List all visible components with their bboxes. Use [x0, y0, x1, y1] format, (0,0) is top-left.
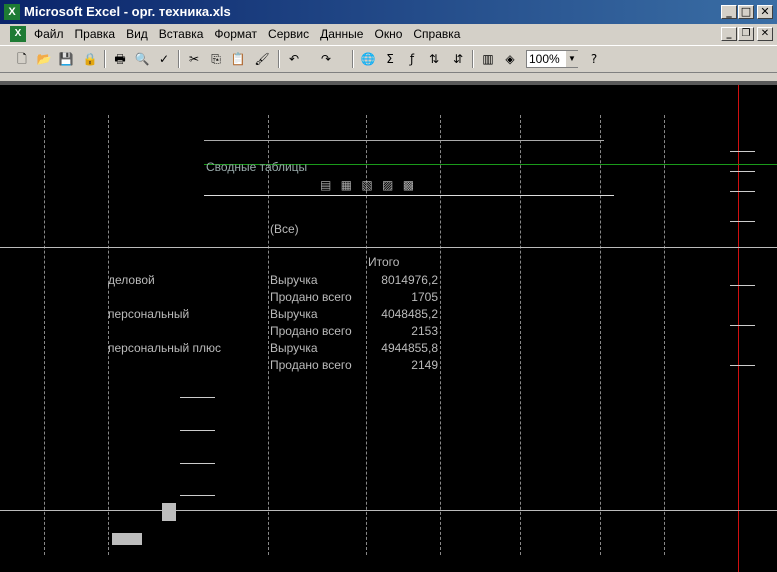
menu-help[interactable]: Справка: [413, 27, 460, 41]
selection-block: [162, 503, 176, 521]
cell-marker: [730, 171, 755, 172]
toolbar-separator: [278, 50, 280, 68]
pivot-measure: Продано всего: [270, 358, 352, 372]
print-preview-icon[interactable]: 🔍: [134, 51, 150, 67]
excel-icon[interactable]: X: [4, 4, 20, 20]
pivot-value: 2149: [411, 358, 438, 372]
cell-marker: [730, 191, 755, 192]
toolbar-separator: [472, 50, 474, 68]
cell-marker: [180, 397, 215, 398]
chart-wizard-icon[interactable]: ▥: [480, 51, 496, 67]
paste-icon[interactable]: 📋: [230, 51, 246, 67]
cell-marker: [730, 365, 755, 366]
menu-data[interactable]: Данные: [320, 27, 363, 41]
doc-restore-button[interactable]: ❐: [738, 27, 754, 41]
menu-bar: X Файл Правка Вид Вставка Формат Сервис …: [0, 24, 777, 45]
toolbar-separator: [352, 50, 354, 68]
spelling-icon[interactable]: ✓: [156, 51, 172, 67]
window-title: Microsoft Excel - орг. техника.xls: [24, 4, 231, 19]
pivot-measure: Выручка: [270, 273, 318, 287]
redo-icon[interactable]: ↷: [318, 51, 334, 67]
pivot-measure: Выручка: [270, 341, 318, 355]
pivot-measure: Продано всего: [270, 290, 352, 304]
row-divider: [0, 510, 777, 511]
cell-marker: [730, 285, 755, 286]
doc-minimize-button[interactable]: _: [721, 27, 737, 41]
sort-descending-icon[interactable]: ⇵: [450, 51, 466, 67]
function-icon[interactable]: ƒ: [404, 51, 420, 67]
sort-ascending-icon[interactable]: ⇅: [426, 51, 442, 67]
cell-marker: [730, 325, 755, 326]
page-field-value[interactable]: (Все): [270, 222, 299, 236]
menu-file[interactable]: Файл: [34, 27, 64, 41]
sheet-tab-scroll[interactable]: [112, 533, 142, 545]
title-bar: X Microsoft Excel - орг. техника.xls _ □…: [0, 0, 777, 24]
gridline: [520, 115, 522, 555]
menu-view[interactable]: Вид: [126, 27, 148, 41]
pivot-value: 2153: [411, 324, 438, 338]
toolbar-separator: [178, 50, 180, 68]
gridline: [600, 115, 602, 555]
pivot-toolbar-buttons[interactable]: ▤ ▦ ▧ ▨ ▩: [320, 178, 417, 192]
new-icon[interactable]: 🗋: [14, 51, 30, 67]
formatting-toolbar: [0, 73, 777, 81]
menu-items: Файл Правка Вид Вставка Формат Сервис Да…: [34, 27, 460, 41]
permission-icon[interactable]: 🔒: [82, 51, 98, 67]
pivot-category: персональный плюс: [108, 341, 221, 355]
workbook-icon[interactable]: X: [10, 26, 26, 42]
pivot-value: 4944855,8: [381, 341, 438, 355]
drawing-icon[interactable]: ◈: [502, 51, 518, 67]
row-divider: [0, 247, 777, 248]
cell-marker: [730, 221, 755, 222]
gridline: [44, 115, 46, 555]
menu-window[interactable]: Окно: [374, 27, 402, 41]
open-icon[interactable]: 📂: [36, 51, 52, 67]
standard-toolbar: 🗋 📂 💾 🔒 🖶 🔍 ✓ ✂ ⎘ 📋 🖌 ↶ ↷ 🌐 Σ ƒ ⇅ ⇵ ▥ ◈ …: [0, 45, 777, 73]
undo-icon[interactable]: ↶: [286, 51, 302, 67]
menu-format[interactable]: Формат: [214, 27, 257, 41]
copy-icon[interactable]: ⎘: [208, 51, 224, 67]
cut-icon[interactable]: ✂: [186, 51, 202, 67]
pivot-value: 1705: [411, 290, 438, 304]
format-painter-icon[interactable]: 🖌: [254, 51, 270, 67]
cell-marker: [180, 495, 215, 496]
save-icon[interactable]: 💾: [58, 51, 74, 67]
pivot-measure: Продано всего: [270, 324, 352, 338]
menu-insert[interactable]: Вставка: [159, 27, 204, 41]
cell-marker: [180, 463, 215, 464]
minimize-button[interactable]: _: [721, 5, 737, 19]
autosum-icon[interactable]: Σ: [382, 51, 398, 67]
pivot-measure: Выручка: [270, 307, 318, 321]
menu-edit[interactable]: Правка: [75, 27, 116, 41]
pivot-toolbar-title: Сводные таблицы: [206, 160, 308, 174]
hyperlink-icon[interactable]: 🌐: [360, 51, 376, 67]
cell-marker: [180, 430, 215, 431]
help-icon[interactable]: ?: [586, 51, 602, 67]
cell-marker: [730, 151, 755, 152]
close-button[interactable]: ✕: [757, 5, 773, 19]
print-icon[interactable]: 🖶: [112, 51, 128, 67]
data-header: Итого: [368, 255, 400, 269]
maximize-button[interactable]: □: [738, 5, 754, 19]
gridline: [108, 115, 110, 555]
pivot-toolbar-bottom: [204, 195, 614, 196]
gridline: [664, 115, 666, 555]
grid-divider: [204, 140, 604, 141]
pivot-category: персональный: [108, 307, 190, 321]
pivot-category: деловой: [108, 273, 155, 287]
chevron-down-icon[interactable]: ▼: [566, 51, 578, 67]
toolbar-separator: [104, 50, 106, 68]
page-break-line: [738, 85, 739, 572]
pivot-value: 4048485,2: [381, 307, 438, 321]
doc-close-button[interactable]: ✕: [757, 27, 773, 41]
pivot-value: 8014976,2: [381, 273, 438, 287]
menu-tools[interactable]: Сервис: [268, 27, 309, 41]
gridline: [440, 115, 442, 555]
worksheet[interactable]: Сводные таблицы ▤ ▦ ▧ ▨ ▩ (Все) Итого де…: [0, 85, 777, 572]
